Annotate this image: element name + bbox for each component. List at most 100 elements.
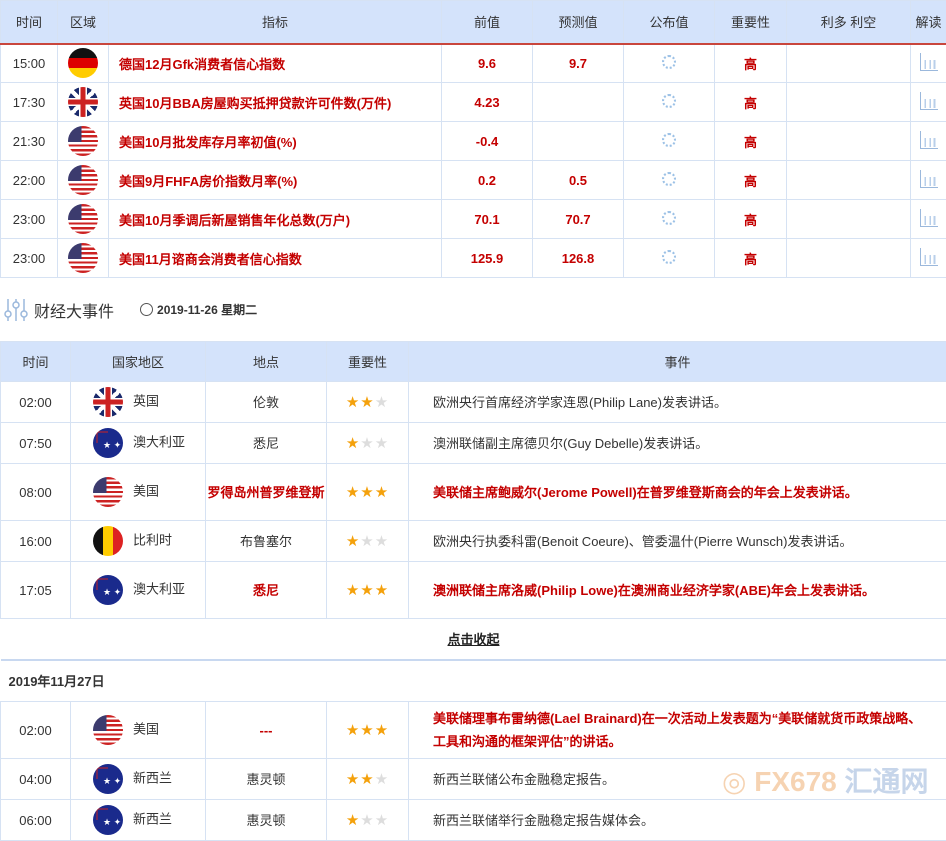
chart-icon[interactable]	[920, 53, 938, 71]
indicator-row: 21:30 美国10月批发库存月率初值(%) -0.4 高	[1, 122, 946, 161]
time: 02:00	[1, 382, 71, 423]
importance-stars: ★★★	[327, 423, 409, 464]
event-row: 02:00 美国 --- ★★★ 美联储理事布雷纳德(Lael Brainard…	[1, 702, 946, 759]
importance: 高	[715, 200, 787, 239]
collapse-link[interactable]: 点击收起	[447, 632, 499, 647]
time: 23:00	[1, 200, 58, 239]
star-icon: ★	[346, 533, 360, 550]
indicator-name[interactable]: 德国12月Gfk消费者信心指数	[109, 44, 442, 83]
event-text: 美联储主席鲍威尔(Jerome Powell)在普罗维登斯商会的年会上发表讲话。	[409, 464, 946, 521]
forecast-value	[533, 83, 624, 122]
forecast-value: 70.7	[533, 200, 624, 239]
country: 澳大利亚	[133, 581, 185, 596]
flag-us-icon	[68, 165, 98, 195]
importance: 高	[715, 161, 787, 200]
previous-value: 0.2	[442, 161, 533, 200]
column-header: 地点	[206, 342, 327, 382]
star-icon: ★	[360, 771, 374, 788]
star-icon: ★	[346, 722, 360, 739]
indicator-name[interactable]: 美国10月季调后新屋销售年化总数(万户)	[109, 200, 442, 239]
star-icon: ★	[375, 722, 389, 739]
column-header: 公布值	[624, 1, 715, 44]
flag-au-icon	[93, 428, 123, 458]
place: 伦敦	[206, 382, 327, 423]
event-row: 06:00 新西兰 惠灵顿 ★★★ 新西兰联储举行金融稳定报告媒体会。	[1, 800, 946, 841]
loading-icon	[662, 172, 676, 186]
place: 悉尼	[206, 423, 327, 464]
star-icon: ★	[346, 582, 360, 599]
sliders-icon	[4, 299, 28, 321]
event-row: 16:00 比利时 布鲁塞尔 ★★★ 欧洲央行执委科雷(Benoit Coeur…	[1, 521, 946, 562]
time: 21:30	[1, 122, 58, 161]
chart-icon[interactable]	[920, 131, 938, 149]
impact	[787, 161, 911, 200]
column-header: 时间	[1, 342, 71, 382]
place: 罗得岛州普罗维登斯	[206, 464, 327, 521]
time: 07:50	[1, 423, 71, 464]
importance: 高	[715, 83, 787, 122]
impact	[787, 44, 911, 83]
flag-us-icon	[93, 715, 123, 745]
indicator-name[interactable]: 美国10月批发库存月率初值(%)	[109, 122, 442, 161]
chart-icon[interactable]	[920, 170, 938, 188]
place: ---	[206, 702, 327, 759]
indicator-row: 23:00 美国11月谘商会消费者信心指数 125.9 126.8 高	[1, 239, 946, 278]
indicator-name[interactable]: 美国11月谘商会消费者信心指数	[109, 239, 442, 278]
loading-icon	[662, 94, 676, 108]
flag-us-icon	[68, 243, 98, 273]
column-header: 前值	[442, 1, 533, 44]
star-icon: ★	[346, 394, 360, 411]
chart-icon[interactable]	[920, 209, 938, 227]
column-header: 利多 利空	[787, 1, 911, 44]
indicator-name[interactable]: 美国9月FHFA房价指数月率(%)	[109, 161, 442, 200]
impact	[787, 239, 911, 278]
watermark-logo: ◎ FX678 汇通网	[722, 760, 929, 800]
star-icon: ★	[360, 435, 374, 452]
flag-us-icon	[93, 477, 123, 507]
place: 惠灵顿	[206, 759, 327, 800]
indicator-table: 时间区域指标前值预测值公布值重要性利多 利空解读 15:00 德国12月Gfk消…	[0, 0, 946, 278]
indicator-row: 23:00 美国10月季调后新屋销售年化总数(万户) 70.1 70.7 高	[1, 200, 946, 239]
loading-icon	[662, 133, 676, 147]
place: 布鲁塞尔	[206, 521, 327, 562]
chart-icon[interactable]	[920, 92, 938, 110]
event-text: 澳洲联储副主席德贝尔(Guy Debelle)发表讲话。	[409, 423, 946, 464]
time: 08:00	[1, 464, 71, 521]
time: 17:05	[1, 562, 71, 619]
indicator-row: 15:00 德国12月Gfk消费者信心指数 9.6 9.7 高	[1, 44, 946, 83]
time: 16:00	[1, 521, 71, 562]
time: 06:00	[1, 800, 71, 841]
country: 美国	[133, 721, 159, 736]
column-header: 国家地区	[71, 342, 206, 382]
event-row: 08:00 美国 罗得岛州普罗维登斯 ★★★ 美联储主席鲍威尔(Jerome P…	[1, 464, 946, 521]
column-header: 重要性	[327, 342, 409, 382]
flag-us-icon	[68, 126, 98, 156]
indicator-name[interactable]: 英国10月BBA房屋购买抵押贷款许可件数(万件)	[109, 83, 442, 122]
place: 惠灵顿	[206, 800, 327, 841]
star-icon: ★	[346, 435, 360, 452]
column-header: 区域	[58, 1, 109, 44]
country: 英国	[133, 393, 159, 408]
column-header: 重要性	[715, 1, 787, 44]
country: 新西兰	[133, 811, 172, 826]
flag-au-icon	[93, 575, 123, 605]
star-icon: ★	[346, 812, 360, 829]
previous-value: 70.1	[442, 200, 533, 239]
column-header: 预测值	[533, 1, 624, 44]
importance-stars: ★★★	[327, 800, 409, 841]
flag-au-icon	[93, 764, 123, 794]
importance-stars: ★★★	[327, 521, 409, 562]
forecast-value: 9.7	[533, 44, 624, 83]
previous-value: 125.9	[442, 239, 533, 278]
star-icon: ★	[360, 582, 374, 599]
star-icon: ★	[360, 812, 374, 829]
chart-icon[interactable]	[920, 248, 938, 266]
impact	[787, 200, 911, 239]
event-row: 17:05 澳大利亚 悉尼 ★★★ 澳洲联储主席洛威(Philip Lowe)在…	[1, 562, 946, 619]
event-row: 02:00 英国 伦敦 ★★★ 欧洲央行首席经济学家连恩(Philip Lane…	[1, 382, 946, 423]
country: 比利时	[133, 532, 172, 547]
star-icon: ★	[375, 533, 389, 550]
time: 02:00	[1, 702, 71, 759]
star-icon: ★	[375, 435, 389, 452]
importance: 高	[715, 44, 787, 83]
